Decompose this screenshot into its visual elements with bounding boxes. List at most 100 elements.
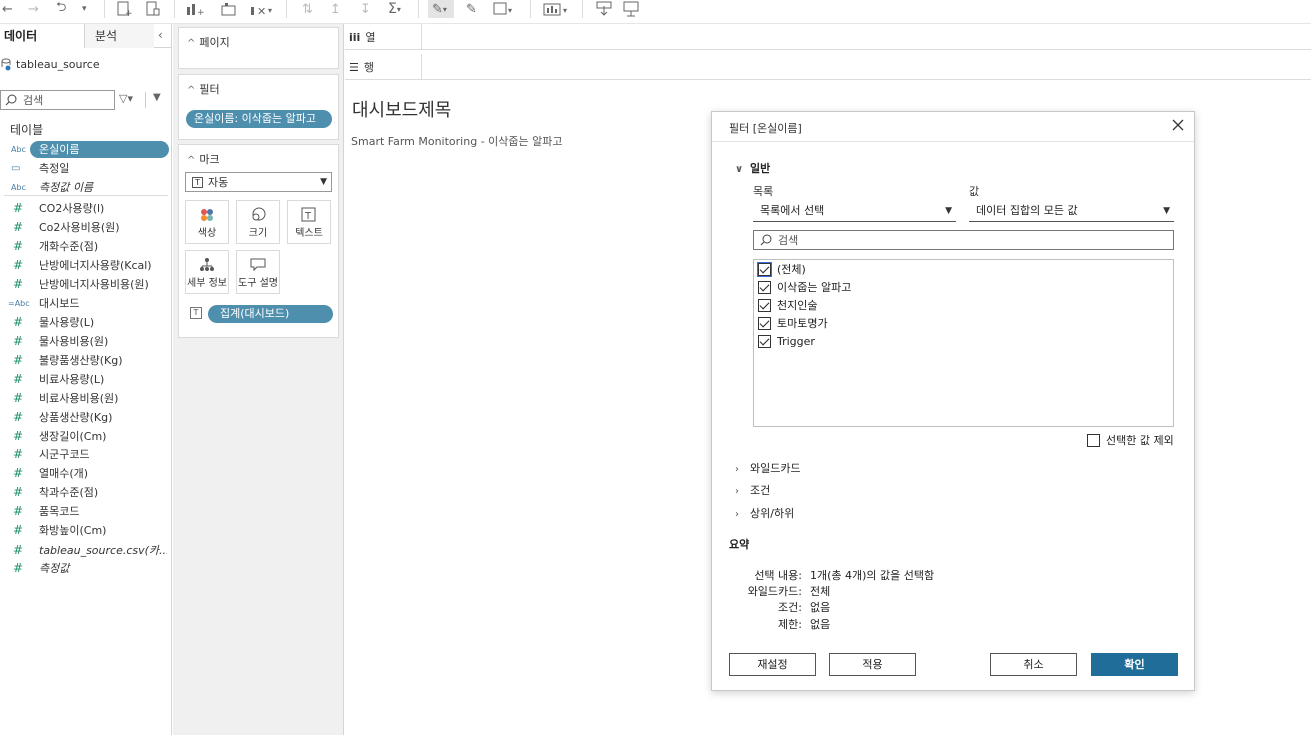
wildcard-section-header[interactable]: › 와일드카드	[735, 460, 801, 476]
new-datasource-icon[interactable]: +	[116, 0, 132, 18]
totals-icon[interactable]: Σ ▾	[388, 0, 401, 18]
highlight-icon[interactable]: ✎ ▾	[428, 0, 454, 18]
measure-icon: #	[13, 485, 24, 499]
collapse-pane-icon[interactable]: ‹	[158, 28, 163, 42]
list-mode-select[interactable]: 목록에서 선택 ▼	[753, 202, 956, 222]
measure-icon: #	[13, 410, 24, 424]
chevron-up-icon: ^	[187, 155, 196, 166]
field-item[interactable]: # CO2사용량(l)	[0, 199, 172, 217]
size-mark-button[interactable]: 크기	[236, 200, 280, 244]
list-item[interactable]: 토마토명가	[758, 315, 828, 331]
item-checkbox[interactable]	[758, 298, 771, 312]
topbottom-section-header[interactable]: › 상위/하위	[735, 505, 794, 521]
exclude-label: 선택한 값 제외	[1106, 434, 1174, 447]
value-mode-select[interactable]: 데이터 집합의 모든 값 ▼	[969, 202, 1174, 222]
detail-mark-button[interactable]: 세부 정보	[185, 250, 229, 294]
forward-icon[interactable]: →	[28, 0, 39, 18]
text-mark-button[interactable]: T 텍스트	[287, 200, 331, 244]
new-sheet-icon[interactable]: +	[186, 0, 206, 18]
marks-card-title[interactable]: ^ 마크	[187, 151, 220, 167]
agg-dashboard-pill[interactable]: 집계(대시보드)	[208, 305, 333, 323]
download-icon[interactable]	[596, 0, 612, 18]
size-label: 크기	[248, 228, 268, 239]
tab-analysis[interactable]: 분석	[84, 24, 154, 48]
list-item[interactable]: Trigger	[758, 333, 815, 349]
field-label: 생장길이(Cm)	[39, 430, 107, 443]
measure-icon: #	[13, 391, 24, 405]
list-item[interactable]: (전체)	[757, 261, 806, 277]
value-search-input[interactable]: 검색	[753, 230, 1174, 250]
field-item[interactable]: # 시군구코드	[0, 445, 172, 463]
field-item[interactable]: # Co2사용비용(원)	[0, 218, 172, 236]
field-item[interactable]: Abc 측정값 이름	[0, 178, 172, 196]
field-item[interactable]: # 상품생산량(Kg)	[0, 408, 172, 426]
duplicate-sheet-icon[interactable]	[220, 0, 238, 18]
field-item[interactable]: # 화방높이(Cm)	[0, 521, 172, 539]
pages-card-title[interactable]: ^ 페이지	[187, 34, 230, 50]
field-item[interactable]: # 착과수준(점)	[0, 483, 172, 501]
field-item[interactable]: # 품목코드	[0, 502, 172, 520]
field-item[interactable]: # 측정값	[0, 559, 172, 577]
field-item[interactable]: Abc 온실이름	[0, 140, 172, 158]
cancel-button[interactable]: 취소	[990, 653, 1077, 676]
wildcard-label: 와일드카드	[750, 462, 801, 475]
back-icon[interactable]: ←	[2, 0, 13, 18]
field-item[interactable]: # 난방에너지사용비용(원)	[0, 275, 172, 293]
exclude-option[interactable]: 선택한 값 제외	[1087, 432, 1174, 448]
filter-fields-icon[interactable]: ▽▾	[119, 92, 133, 105]
filters-card-title[interactable]: ^ 필터	[187, 81, 220, 97]
ok-button[interactable]: 확인	[1091, 653, 1178, 676]
show-me-icon[interactable]: ▾	[543, 0, 571, 18]
list-item[interactable]: 이삭줍는 알파고	[758, 279, 851, 295]
svg-text:▾: ▾	[563, 6, 567, 15]
field-item[interactable]: # 불량품생산량(Kg)	[0, 351, 172, 369]
item-checkbox[interactable]	[758, 334, 771, 348]
present-icon[interactable]	[622, 0, 642, 18]
filter-pill-greenhouse[interactable]: 온실이름: 이삭줍는 알파고	[186, 110, 332, 128]
list-item[interactable]: 천지인술	[758, 297, 817, 313]
text-encoding-icon[interactable]: T	[190, 307, 202, 319]
field-item[interactable]: # 물사용비용(원)	[0, 332, 172, 350]
field-item[interactable]: # 비료사용량(L)	[0, 370, 172, 388]
fit-icon[interactable]: ▾	[492, 0, 516, 18]
field-item[interactable]: # 생장길이(Cm)	[0, 427, 172, 445]
columns-shelf[interactable]: iii 열	[345, 24, 1311, 50]
field-item[interactable]: # tableau_source.csv(카...	[0, 541, 172, 559]
pause-updates-icon[interactable]	[145, 0, 161, 18]
field-item[interactable]: # 열매수(개)	[0, 464, 172, 482]
rows-shelf[interactable]: ☰ 행	[345, 54, 1311, 80]
field-search-input[interactable]: 검색	[0, 90, 115, 110]
item-checkbox[interactable]	[758, 280, 771, 294]
condition-section-header[interactable]: › 조건	[735, 482, 770, 498]
close-icon[interactable]	[1170, 117, 1186, 133]
field-item[interactable]: # 개화수준(점)	[0, 237, 172, 255]
edit-icon[interactable]: ✎	[466, 0, 477, 18]
exclude-checkbox[interactable]	[1087, 433, 1100, 447]
datapane-menu-icon[interactable]: ▼	[153, 92, 161, 103]
tab-data[interactable]: 데이터	[0, 24, 84, 48]
field-item[interactable]: =Abc 대시보드	[0, 294, 172, 312]
general-section-header[interactable]: ∨ 일반	[735, 160, 770, 176]
field-label: Co2사용비용(원)	[39, 221, 120, 234]
field-item[interactable]: # 난방에너지사용량(Kcal)	[0, 256, 172, 274]
redo-dropdown-icon[interactable]: ▾	[82, 0, 87, 18]
item-checkbox[interactable]	[758, 316, 771, 330]
field-item[interactable]: ▭ 측정일	[0, 159, 172, 177]
color-mark-button[interactable]: 색상	[185, 200, 229, 244]
swap-icon[interactable]: ⇅	[302, 0, 313, 18]
sort-ascending-icon[interactable]: ↥	[330, 0, 341, 18]
clear-sheet-icon[interactable]: ✕ ▾	[250, 0, 274, 18]
reset-button[interactable]: 재설정	[729, 653, 816, 676]
tooltip-mark-button[interactable]: 도구 설명	[236, 250, 280, 294]
mark-type-select[interactable]: T 자동 ▼	[185, 172, 332, 192]
search-icon	[5, 94, 17, 106]
datasource-item[interactable]: tableau_source	[0, 56, 100, 72]
field-item[interactable]: # 물사용량(L)	[0, 313, 172, 331]
redo-icon[interactable]: ⮌	[56, 0, 66, 18]
datasource-name: tableau_source	[16, 57, 100, 71]
apply-button[interactable]: 적용	[829, 653, 916, 676]
sheet-title[interactable]: 대시보드제목	[352, 96, 451, 122]
field-item[interactable]: # 비료사용비용(원)	[0, 389, 172, 407]
sort-descending-icon[interactable]: ↧	[360, 0, 371, 18]
item-checkbox[interactable]	[757, 261, 772, 277]
